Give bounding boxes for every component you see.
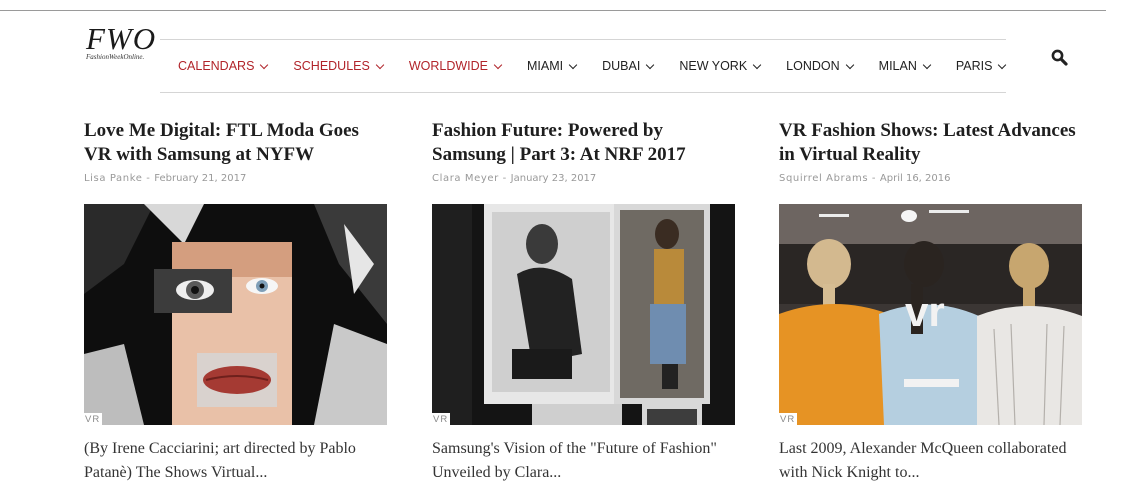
article-image (84, 204, 387, 425)
category-tag[interactable]: VR (779, 413, 798, 425)
article-meta: Clara Meyer - January 23, 2017 (432, 173, 597, 184)
article-excerpt: (By Irene Cacciarini; art directed by Pa… (84, 440, 356, 481)
article-image: vr (779, 204, 1082, 425)
site-logo[interactable]: FWO FashionWeekOnline. (86, 21, 166, 61)
chevron-down-icon (568, 60, 578, 69)
category-tag[interactable]: VR (84, 413, 103, 425)
article-excerpt: Samsung's Vision of the "Future of Fashi… (432, 440, 717, 481)
nav-label: MILAN (878, 59, 917, 73)
nav-item-schedules[interactable]: SCHEDULES (293, 59, 385, 73)
nav-bottom-divider (160, 92, 1006, 93)
article-card: VR Fashion Shows: Latest Advances in Vir… (779, 119, 1082, 485)
category-tag[interactable]: VR (432, 413, 451, 425)
logo-mark: FWO (86, 21, 157, 56)
article-title[interactable]: Love Me Digital: FTL Moda Goes VR with S… (84, 119, 387, 167)
article-author[interactable]: Squirrel Abrams (779, 173, 868, 184)
article-author[interactable]: Clara Meyer (432, 173, 499, 184)
article-image (432, 204, 735, 425)
nav-item-dubai[interactable]: DUBAI (602, 59, 655, 73)
article-thumbnail[interactable]: VR (432, 204, 735, 425)
nav-label: DUBAI (602, 59, 641, 73)
nav-item-worldwide[interactable]: WORLDWIDE (408, 59, 503, 73)
article-date: January 23, 2017 (510, 173, 597, 184)
article-title[interactable]: VR Fashion Shows: Latest Advances in Vir… (779, 119, 1082, 167)
nav-label: PARIS (955, 59, 993, 73)
search-icon[interactable] (1050, 48, 1070, 68)
nav-label: CALENDARS (178, 59, 255, 73)
article-meta: Squirrel Abrams - April 16, 2016 (779, 173, 951, 184)
nav-label: MIAMI (527, 59, 564, 73)
top-divider (0, 10, 1106, 11)
nav-item-london[interactable]: LONDON (786, 59, 854, 73)
article-date: February 21, 2017 (154, 173, 247, 184)
article-date: April 16, 2016 (879, 173, 951, 184)
chevron-down-icon (922, 60, 932, 69)
article-meta: Lisa Panke - February 21, 2017 (84, 173, 247, 184)
main-navigation: CALENDARS SCHEDULES WORLDWIDE MIAMI DUBA… (178, 56, 1031, 76)
article-excerpt: Last 2009, Alexander McQueen collaborate… (779, 440, 1067, 481)
chevron-down-icon (493, 60, 503, 69)
article-author[interactable]: Lisa Panke (84, 173, 143, 184)
nav-label: NEW YORK (679, 59, 748, 73)
nav-item-milan[interactable]: MILAN (878, 59, 932, 73)
nav-top-divider (160, 39, 1006, 40)
vr-overlay-text: vr (905, 288, 945, 335)
chevron-down-icon (260, 60, 269, 69)
article-thumbnail[interactable]: vr VR (779, 204, 1082, 425)
chevron-down-icon (998, 60, 1007, 69)
article-title[interactable]: Fashion Future: Powered by Samsung | Par… (432, 119, 735, 167)
nav-label: WORLDWIDE (408, 59, 489, 73)
nav-label: SCHEDULES (293, 59, 370, 73)
chevron-down-icon (845, 60, 854, 69)
article-card: Fashion Future: Powered by Samsung | Par… (432, 119, 735, 485)
nav-item-new-york[interactable]: NEW YORK (679, 59, 762, 73)
chevron-down-icon (646, 60, 655, 69)
nav-item-paris[interactable]: PARIS (955, 59, 1007, 73)
nav-item-miami[interactable]: MIAMI (527, 59, 578, 73)
nav-item-calendars[interactable]: CALENDARS (178, 59, 269, 73)
article-thumbnail[interactable]: VR (84, 204, 387, 425)
chevron-down-icon (752, 60, 762, 69)
article-card: Love Me Digital: FTL Moda Goes VR with S… (84, 119, 387, 485)
chevron-down-icon (375, 60, 385, 69)
nav-label: LONDON (786, 59, 840, 73)
